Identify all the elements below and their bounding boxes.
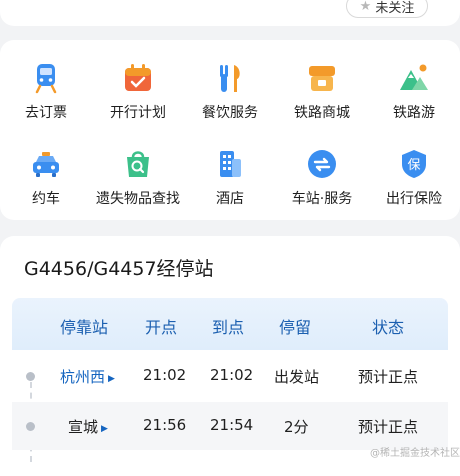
arrive-time: 21:54: [210, 416, 254, 434]
station-link[interactable]: 杭州西 ▶: [60, 366, 115, 387]
column-header-depart: 开点: [145, 318, 178, 337]
depart-time: 21:56: [143, 416, 187, 434]
travel-mountain-icon: [398, 62, 430, 94]
table-row: 杭州西 ▶ 21:02 21:02 出发站 预计正点: [12, 352, 448, 400]
stay-duration: 出发站: [274, 368, 320, 386]
service-dining[interactable]: 餐饮服务: [184, 62, 276, 122]
service-label: 去订票: [25, 105, 67, 121]
service-lost-found[interactable]: 遗失物品查找: [92, 148, 184, 208]
column-header-arrive: 到点: [212, 318, 245, 337]
lost-found-icon: [122, 148, 154, 180]
column-header-station: 停靠站: [60, 318, 109, 337]
stops-title: G4456/G4457经停站: [24, 258, 214, 280]
station-name: 宣城: [68, 418, 99, 436]
station-name: 杭州西: [60, 368, 106, 386]
service-label: 出行保险: [386, 191, 442, 207]
insurance-icon: 保: [398, 148, 430, 180]
stop-dot: [26, 422, 35, 431]
service-label: 酒店: [216, 191, 244, 207]
column-header-status: 状态: [372, 318, 405, 337]
stop-dot: [26, 372, 35, 381]
service-label: 铁路商城: [294, 105, 350, 121]
station-service-icon: [306, 148, 338, 180]
service-ticket[interactable]: 去订票: [0, 62, 92, 122]
taxi-icon: [30, 148, 62, 180]
column-header-stay: 停留: [279, 318, 312, 337]
status-text: 预计正点: [358, 368, 419, 386]
watermark: @稀土掘金技术社区: [370, 448, 460, 459]
service-label: 遗失物品查找: [96, 191, 180, 207]
dining-icon: [214, 62, 246, 94]
service-label: 铁路游: [393, 105, 435, 121]
service-label: 约车: [32, 191, 60, 207]
status-text: 预计正点: [358, 418, 419, 436]
service-taxi[interactable]: 约车: [0, 148, 92, 208]
star-icon: ★: [359, 0, 372, 14]
service-station[interactable]: 车站·服务: [276, 148, 368, 208]
follow-label: 未关注: [375, 0, 415, 16]
station-link[interactable]: 宣城 ▶: [68, 416, 108, 437]
service-label: 餐饮服务: [202, 105, 258, 121]
calendar-plan-icon: [122, 62, 154, 94]
service-travel[interactable]: 铁路游: [368, 62, 460, 122]
depart-time: 21:02: [143, 366, 187, 384]
service-label: 车站·服务: [291, 191, 353, 207]
triangle-right-icon: ▶: [108, 374, 115, 384]
hotel-icon: [214, 148, 246, 180]
service-plan[interactable]: 开行计划: [92, 62, 184, 122]
service-shop[interactable]: 铁路商城: [276, 62, 368, 122]
triangle-right-icon: ▶: [101, 424, 108, 434]
service-label: 开行计划: [110, 105, 166, 121]
service-hotel[interactable]: 酒店: [184, 148, 276, 208]
train-ticket-icon: [30, 62, 62, 94]
stay-duration: 2分: [284, 418, 309, 436]
shop-icon: [306, 62, 338, 94]
service-insurance[interactable]: 保 出行保险: [368, 148, 460, 208]
table-row: 宣城 ▶ 21:56 21:54 2分 预计正点: [12, 402, 448, 450]
arrive-time: 21:02: [210, 366, 254, 384]
follow-button[interactable]: ★ 未关注: [346, 0, 428, 18]
stops-table-header: 停靠站 开点 到点 停留 状态: [12, 298, 448, 350]
svg-text:保: 保: [407, 158, 420, 173]
